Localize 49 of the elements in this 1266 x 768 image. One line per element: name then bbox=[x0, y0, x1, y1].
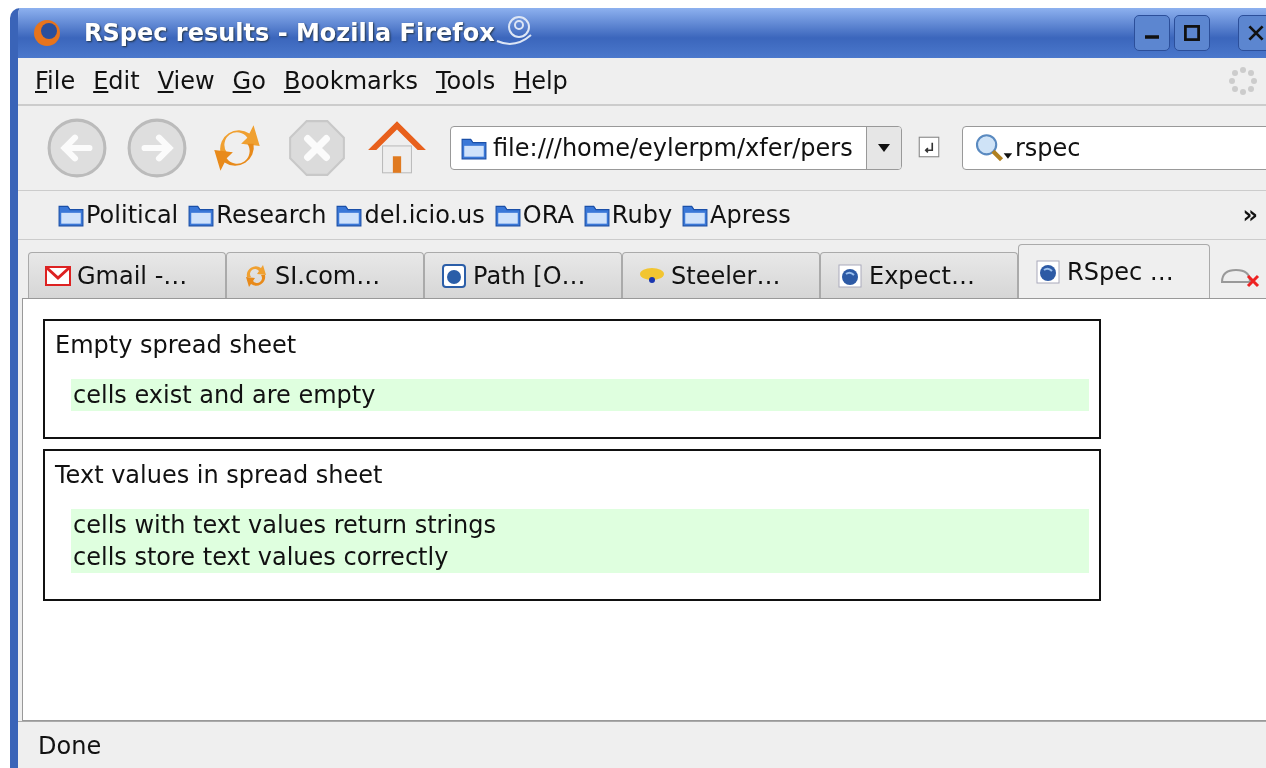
bookmark-folder[interactable]: Apress bbox=[682, 201, 791, 229]
menu-item[interactable]: Edit bbox=[84, 67, 149, 95]
folder-icon bbox=[583, 203, 610, 227]
maximize-icon bbox=[1181, 22, 1203, 44]
folder-icon bbox=[58, 203, 84, 227]
browser-tab[interactable]: Path [O… bbox=[424, 252, 622, 298]
throbber-icon bbox=[1228, 66, 1258, 96]
browser-tab[interactable]: Expect… bbox=[820, 252, 1018, 298]
maximize-button[interactable] bbox=[1174, 15, 1210, 51]
browser-tab[interactable]: SI.com… bbox=[226, 252, 424, 298]
menu-item[interactable]: Go bbox=[223, 67, 275, 95]
menu-item[interactable]: Tools bbox=[427, 67, 505, 95]
browser-tab[interactable]: Steeler… bbox=[622, 252, 820, 298]
menu-item[interactable]: File bbox=[26, 67, 85, 95]
globe-icon bbox=[837, 262, 863, 289]
bookmark-folder[interactable]: Ruby bbox=[583, 201, 673, 229]
example-row: cells with text values return strings bbox=[71, 509, 1089, 541]
folder-icon bbox=[461, 136, 487, 160]
spec-title: Empty spread sheet bbox=[55, 331, 298, 359]
minimize-icon bbox=[1145, 35, 1159, 39]
spec-title: Text values in spread sheet bbox=[55, 461, 384, 489]
caret-icon bbox=[878, 144, 890, 152]
example-row: cells store text values correctly bbox=[71, 541, 1089, 573]
bookmark-folder[interactable]: del.icio.us bbox=[336, 201, 485, 229]
dropdown-button[interactable] bbox=[866, 127, 901, 169]
bookmark-folder[interactable]: Research bbox=[188, 201, 327, 229]
status-text: Done bbox=[38, 732, 102, 760]
globe-icon bbox=[32, 18, 62, 48]
overflow-button[interactable]: » bbox=[1242, 201, 1258, 229]
example-row: cells exist and are empty bbox=[71, 379, 1089, 411]
folder-icon bbox=[188, 203, 215, 227]
window-title: RSpec results - Mozilla Firefox bbox=[84, 19, 495, 47]
bookmark-folder[interactable]: Political bbox=[58, 201, 179, 229]
search-field[interactable]: rspec bbox=[962, 126, 1266, 170]
stop-icon bbox=[286, 117, 348, 179]
bookmark-folder[interactable]: ORA bbox=[494, 201, 574, 229]
minimize-button[interactable] bbox=[1134, 15, 1170, 51]
address-field[interactable]: file:///home/eylerpm/xfer/pers bbox=[450, 126, 902, 170]
browser-tab[interactable]: RSpec … bbox=[1018, 244, 1210, 298]
menu-item[interactable]: Help bbox=[504, 67, 577, 95]
folder-icon bbox=[494, 203, 521, 227]
menu-item[interactable]: Bookmarks bbox=[274, 67, 427, 95]
folder-icon bbox=[682, 203, 709, 227]
folder-icon bbox=[336, 203, 363, 227]
close-button[interactable] bbox=[1238, 15, 1266, 51]
browser-tab[interactable]: Gmail -… bbox=[28, 252, 226, 298]
menu-item[interactable]: View bbox=[148, 67, 224, 95]
globe-icon bbox=[1035, 258, 1061, 285]
document-icon bbox=[441, 262, 467, 289]
